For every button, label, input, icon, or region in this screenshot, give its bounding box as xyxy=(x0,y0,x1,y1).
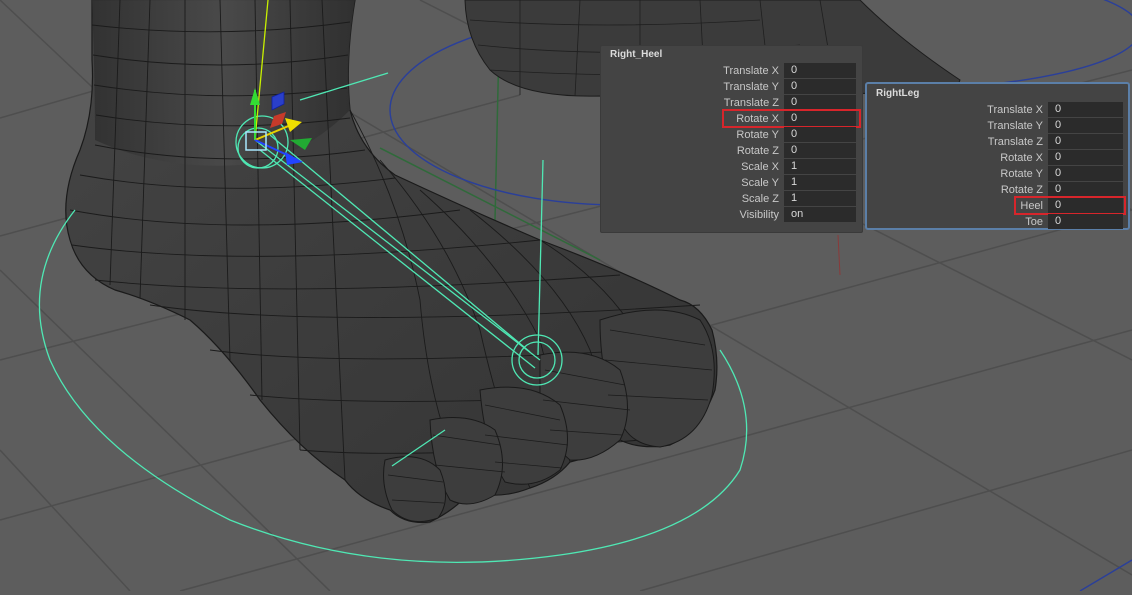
channel-row[interactable]: Rotate Z 0 xyxy=(601,143,864,159)
channel-value-field[interactable]: 0 xyxy=(784,143,856,158)
channel-row[interactable]: Toe 0 xyxy=(867,214,1128,230)
channel-value-field[interactable]: 0 xyxy=(1048,182,1123,197)
panel-title: RightLeg xyxy=(876,88,920,99)
channel-value-field[interactable]: 1 xyxy=(784,175,856,190)
channel-box-right-leg: RightLeg Translate X 0 Translate Y 0 Transla… xyxy=(865,82,1130,230)
channel-label[interactable]: Rotate Z xyxy=(1001,182,1043,198)
panel-title: Right_Heel xyxy=(610,49,663,60)
channel-label[interactable]: Rotate Z xyxy=(737,143,779,159)
channel-row[interactable]: Translate Y 0 xyxy=(867,118,1128,134)
channel-row[interactable]: Rotate X 0 xyxy=(867,150,1128,166)
channel-row[interactable]: Rotate Y 0 xyxy=(601,127,864,143)
channel-label[interactable]: Translate Z xyxy=(724,95,779,111)
channel-value-field[interactable]: 0 xyxy=(1048,166,1123,181)
channel-value-field[interactable]: 0 xyxy=(784,95,856,110)
channel-row[interactable]: Scale Z 1 xyxy=(601,191,864,207)
channel-label[interactable]: Translate Z xyxy=(988,134,1043,150)
channel-label[interactable]: Translate X xyxy=(723,63,779,79)
channel-row[interactable]: Translate Y 0 xyxy=(601,79,864,95)
channel-label[interactable]: Rotate Y xyxy=(736,127,779,143)
channel-label[interactable]: Scale X xyxy=(741,159,779,175)
channel-box-right-heel: Right_Heel Translate X 0 Translate Y 0 Trans… xyxy=(600,45,863,233)
channel-label[interactable]: Heel xyxy=(1020,198,1043,214)
channel-row[interactable]: Scale X 1 xyxy=(601,159,864,175)
channel-label[interactable]: Toe xyxy=(1025,214,1043,230)
channel-row[interactable]: Visibility on xyxy=(601,207,864,223)
channel-row[interactable]: Translate Z 0 xyxy=(867,134,1128,150)
channel-value-field[interactable]: 0 xyxy=(1048,198,1123,213)
channel-value-field[interactable]: 1 xyxy=(784,159,856,174)
channel-label[interactable]: Translate X xyxy=(987,102,1043,118)
channel-value-field[interactable]: 0 xyxy=(784,111,856,126)
channel-row[interactable]: Translate X 0 xyxy=(601,63,864,79)
channel-row[interactable]: Heel 0 xyxy=(867,198,1128,214)
channel-value-field[interactable]: 0 xyxy=(1048,214,1123,229)
channel-row[interactable]: Rotate X 0 xyxy=(601,111,864,127)
channel-value-field[interactable]: 0 xyxy=(1048,150,1123,165)
channel-value-field[interactable]: 0 xyxy=(1048,134,1123,149)
channel-value-field[interactable]: 0 xyxy=(1048,102,1123,117)
channel-row[interactable]: Rotate Z 0 xyxy=(867,182,1128,198)
channel-label[interactable]: Rotate X xyxy=(1000,150,1043,166)
channel-row[interactable]: Translate Z 0 xyxy=(601,95,864,111)
channel-value-field[interactable]: 0 xyxy=(784,63,856,78)
channel-label[interactable]: Visibility xyxy=(739,207,779,223)
channel-value-field[interactable]: 1 xyxy=(784,191,856,206)
channel-value-field[interactable]: on xyxy=(784,207,856,222)
channel-value-field[interactable]: 0 xyxy=(784,127,856,142)
channel-label[interactable]: Scale Z xyxy=(742,191,779,207)
channel-label[interactable]: Rotate Y xyxy=(1000,166,1043,182)
channel-row[interactable]: Scale Y 1 xyxy=(601,175,864,191)
channel-value-field[interactable]: 0 xyxy=(1048,118,1123,133)
channel-label[interactable]: Rotate X xyxy=(736,111,779,127)
channel-label[interactable]: Translate Y xyxy=(723,79,779,95)
channel-value-field[interactable]: 0 xyxy=(784,79,856,94)
channel-row[interactable]: Rotate Y 0 xyxy=(867,166,1128,182)
channel-row[interactable]: Translate X 0 xyxy=(867,102,1128,118)
channel-label[interactable]: Scale Y xyxy=(741,175,779,191)
channel-label[interactable]: Translate Y xyxy=(987,118,1043,134)
